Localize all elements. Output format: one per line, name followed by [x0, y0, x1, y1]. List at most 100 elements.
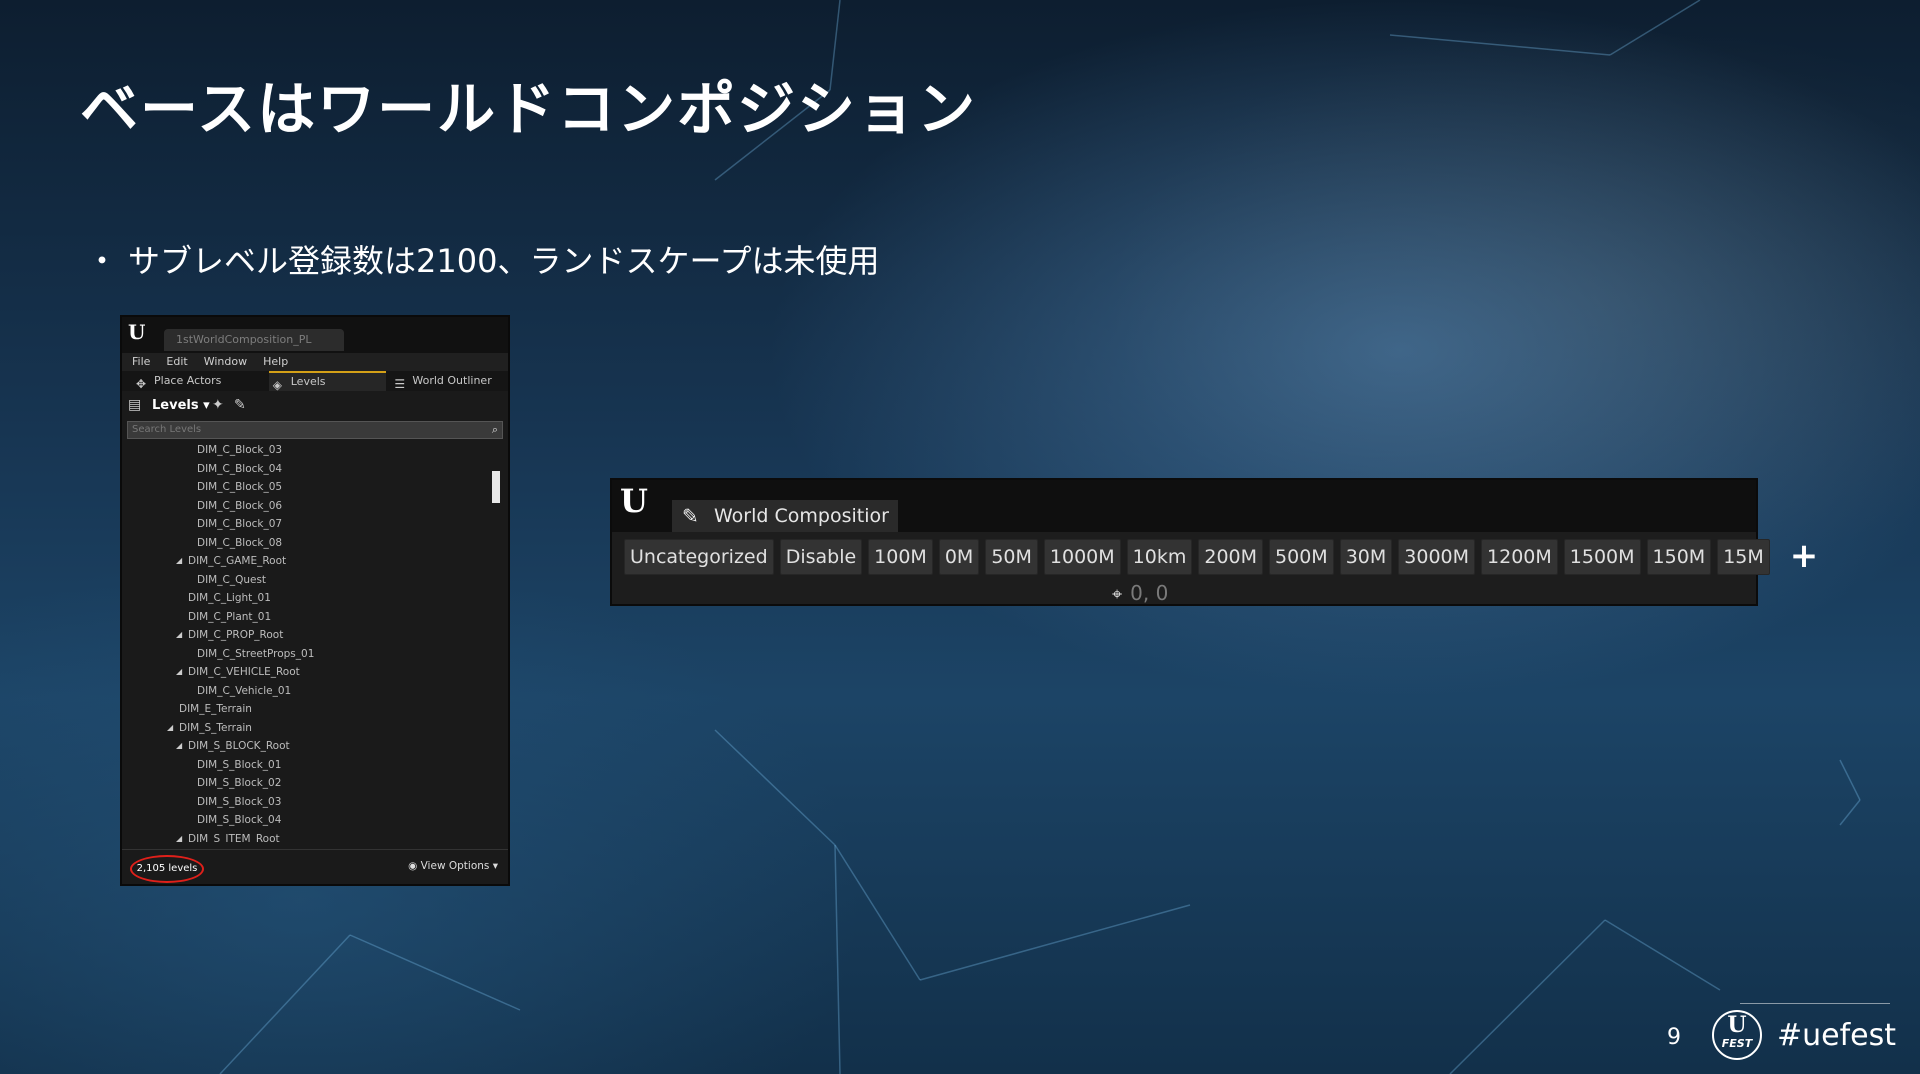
level-row[interactable]: ◢ DIM_S_Terrain — [127, 719, 497, 738]
summon-levels-icon[interactable]: ✦ — [212, 397, 224, 413]
expand-arrow-icon[interactable]: ◢ — [176, 663, 182, 682]
tab-levels[interactable]: ◈ Levels — [268, 371, 387, 392]
level-row[interactable]: DIM_E_Terrain — [127, 700, 497, 719]
level-row[interactable]: DIM_C_Block_03 — [127, 441, 497, 460]
level-row-label: DIM_C_StreetProps_01 — [197, 647, 315, 660]
levels-tree: DIM_C_Block_03 DIM_C_Block_04 DIM_C_Block_… — [127, 441, 497, 843]
menu-help[interactable]: Help — [263, 353, 288, 371]
level-row-label: DIM_C_Block_03 — [197, 444, 283, 456]
level-row[interactable]: DIM_C_Block_07 — [127, 515, 497, 534]
level-row[interactable]: DIM_S_Block_02 — [127, 774, 497, 793]
eye-icon: ◉ — [408, 860, 418, 872]
layer-button[interactable]: 50M — [985, 539, 1038, 575]
tab-world-outliner[interactable]: ☰ World Outliner — [390, 371, 508, 391]
layer-button[interactable]: 10km — [1126, 539, 1193, 575]
level-row[interactable]: ◢ DIM_S_ITEM_Root — [127, 830, 497, 844]
levels-footer: 2,105 levels ◉ View Options ▾ — [122, 849, 508, 884]
world-composition-tab[interactable]: ✎ World Compositior — [672, 500, 898, 532]
levels-toolbar: ▤ Levels ▾ ✦ ✎ — [122, 391, 508, 421]
layer-button[interactable]: Uncategorized — [624, 539, 774, 575]
level-row[interactable]: DIM_C_Block_05 — [127, 478, 497, 497]
layer-button[interactable]: 3000M — [1398, 539, 1476, 575]
layer-button[interactable]: 1500M — [1563, 539, 1641, 575]
expand-arrow-icon[interactable]: ◢ — [176, 626, 182, 645]
add-layer-button[interactable]: + — [1780, 539, 1829, 573]
tab-world-outliner-label: World Outliner — [412, 374, 492, 387]
level-row-label: DIM_S_BLOCK_Root — [188, 740, 290, 752]
level-row[interactable]: DIM_C_Light_01 — [127, 589, 497, 608]
tab-place-actors-label: Place Actors — [154, 374, 222, 387]
level-row-label: DIM_C_VEHICLE_Root — [188, 666, 300, 678]
level-row-label: DIM_S_Block_04 — [197, 814, 282, 826]
levels-window: U 1stWorldComposition_PL File Edit Windo… — [120, 315, 510, 886]
document-tab[interactable]: 1stWorldComposition_PL — [164, 329, 344, 351]
layer-buttons: Uncategorized Disable 100M 0M 50M 1000M 10km 20… — [612, 532, 1818, 575]
panel-tabs: ✥ Place Actors ◈ Levels ☰ World Outliner — [122, 371, 508, 392]
level-row[interactable]: DIM_C_StreetProps_01 — [127, 645, 497, 664]
level-count-badge: 2,105 levels — [130, 855, 204, 883]
layer-button[interactable]: 150M — [1646, 539, 1712, 575]
level-row-label: DIM_C_PROP_Root — [188, 629, 284, 641]
level-row[interactable]: DIM_S_Block_01 — [127, 756, 497, 775]
world-composition-icon[interactable]: ✎ — [234, 397, 246, 413]
world-composition-titlebar: U ✎ World Compositior — [612, 480, 1756, 532]
level-row-label: DIM_C_Vehicle_01 — [197, 684, 292, 697]
brush-icon: ✎ — [682, 504, 699, 528]
level-row[interactable]: ◢ DIM_C_PROP_Root — [127, 626, 497, 645]
layer-button[interactable]: 1000M — [1043, 539, 1121, 575]
layer-button[interactable]: 200M — [1198, 539, 1264, 575]
level-row-label: DIM_S_Terrain — [179, 721, 252, 734]
view-options-label: View Options ▾ — [420, 860, 498, 872]
menu-window[interactable]: Window — [204, 353, 247, 371]
expand-arrow-icon[interactable]: ◢ — [176, 552, 182, 571]
level-row-label: DIM_E_Terrain — [179, 703, 252, 715]
layer-button[interactable]: 30M — [1339, 539, 1393, 575]
uefest-logo-letter: U — [1727, 1012, 1747, 1038]
expand-arrow-icon[interactable]: ◢ — [176, 830, 182, 844]
level-row[interactable]: DIM_C_Block_08 — [127, 534, 497, 553]
search-icon: ⌕ — [491, 423, 498, 436]
level-row[interactable]: DIM_C_Block_06 — [127, 497, 497, 516]
menu-bar: File Edit Window Help — [122, 353, 508, 371]
search-levels-field[interactable]: Search Levels ⌕ — [127, 421, 503, 439]
hashtag: #uefest — [1777, 1018, 1897, 1053]
level-row[interactable]: DIM_C_Block_04 — [127, 460, 497, 479]
level-row[interactable]: ◢ DIM_C_VEHICLE_Root — [127, 663, 497, 682]
layer-button[interactable]: Disable — [779, 539, 863, 575]
page-number: 9 — [1667, 1025, 1681, 1050]
levels-scrollbar[interactable] — [492, 471, 500, 503]
menu-edit[interactable]: Edit — [166, 353, 187, 371]
expand-arrow-icon[interactable]: ◢ — [176, 737, 182, 756]
layer-button[interactable]: 1200M — [1481, 539, 1558, 575]
level-row-label: DIM_C_GAME_Root — [188, 555, 287, 567]
bullet-point: ・サブレベル登録数は2100、ランドスケープは未使用 — [86, 236, 880, 282]
level-row-label: DIM_C_Light_01 — [188, 592, 271, 604]
level-row[interactable]: ◢ DIM_C_GAME_Root — [127, 552, 497, 571]
level-row[interactable]: DIM_C_Quest — [127, 571, 497, 590]
slide-title: ベースはワールドコンポジション — [80, 75, 978, 143]
layer-button[interactable]: 15M — [1717, 539, 1770, 575]
levels-dropdown[interactable]: Levels ▾ — [152, 398, 210, 413]
level-row-label: DIM_C_Block_06 — [197, 499, 283, 512]
level-row[interactable]: DIM_C_Vehicle_01 — [127, 682, 497, 701]
layer-button[interactable]: 100M — [868, 539, 933, 575]
coordinates-readout: ⌖ 0, 0 — [1112, 581, 1168, 605]
level-row-label: DIM_C_Block_08 — [197, 536, 283, 549]
world-composition-tab-label: World Compositior — [714, 505, 889, 527]
footer-divider — [1740, 1003, 1890, 1004]
menu-file[interactable]: File — [132, 353, 150, 371]
unreal-logo-icon: U — [128, 320, 146, 344]
level-row[interactable]: DIM_C_Plant_01 — [127, 608, 497, 627]
levels-titlebar: U 1stWorldComposition_PL — [122, 317, 508, 353]
expand-arrow-icon[interactable]: ◢ — [167, 719, 173, 738]
level-row-label: DIM_S_ITEM_Root — [188, 832, 280, 844]
bullet-text: サブレベル登録数は2100、ランドスケープは未使用 — [128, 242, 880, 280]
level-row[interactable]: DIM_S_Block_03 — [127, 793, 497, 812]
view-options-button[interactable]: ◉ View Options ▾ — [408, 860, 498, 872]
level-row[interactable]: DIM_S_Block_04 — [127, 811, 497, 830]
layer-button[interactable]: 500M — [1269, 539, 1334, 575]
tab-levels-label: Levels — [290, 375, 326, 388]
level-row[interactable]: ◢ DIM_S_BLOCK_Root — [127, 737, 497, 756]
tab-place-actors[interactable]: ✥ Place Actors — [132, 371, 269, 391]
layer-button[interactable]: 0M — [938, 539, 980, 575]
